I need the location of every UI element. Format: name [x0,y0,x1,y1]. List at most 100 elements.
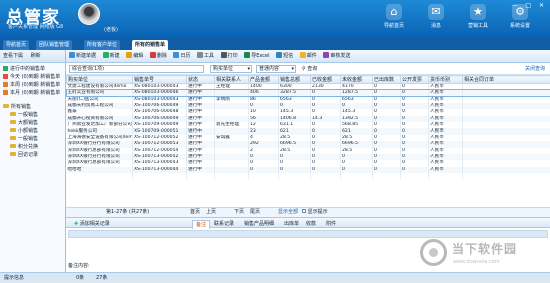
add-icon [102,52,109,58]
chevron-down-icon: ▾ [291,66,294,72]
customer-cell [66,173,133,180]
show-tip-checkbox[interactable]: 显示提示 [302,208,328,217]
prev-page-button[interactable]: 上页 [206,208,216,217]
view-subordinates-button[interactable]: 查看下属 [3,53,23,59]
search-input[interactable]: 综合查询(1项) [69,65,204,73]
nav-marketing-button[interactable]: ★ 营销工具 [462,4,494,29]
watermark-title: 当下软件园 [452,242,518,256]
calendar-button[interactable]: 日历 [173,50,190,62]
search-mode-select[interactable]: 普通内容 ▾ [256,65,296,73]
folder-icon [10,112,16,116]
nav-message-button[interactable]: ✉ 消息 [420,4,452,29]
new-order-button[interactable]: 新建单据 [69,50,96,62]
status-dot-icon [3,66,8,71]
table-cell [248,173,279,180]
add-related-record-button[interactable]: ✚ 添加相关记录 [74,220,110,228]
refresh-button[interactable]: 刷新 [31,53,41,59]
sms-button[interactable]: 短信 [276,50,293,62]
tree-item[interactable]: 一般销售 [3,111,63,119]
avatar[interactable] [78,3,100,25]
next-page-button[interactable]: 下页 [234,208,244,217]
sidebar-item-due-today[interactable]: 今天 (0)到期 新销售单 [3,73,63,81]
plus-icon [69,52,75,58]
column-header[interactable]: 已出库数 [372,75,401,84]
table-cell: XS-100713-000043 [132,160,187,167]
tab-delivery[interactable]: 出库单 [284,220,299,228]
status-bar: 提示信息 0条 27条 [0,272,550,283]
column-header[interactable]: 产品金额 [248,75,279,84]
column-header[interactable]: 已收金额 [310,75,341,84]
folder-icon [10,144,16,148]
column-header[interactable]: 货币币别 [428,75,463,84]
sidebar-item-due-week[interactable]: 本周 (0)到期 新销售单 [3,81,63,89]
tab-contact-record[interactable]: 联系记录 [214,220,234,228]
mail-icon: ✉ [428,4,444,20]
column-header[interactable]: 相关合同订单 [462,75,550,84]
tab-bar: 导航首页 团队销售管理 所有客户单位 所有的销售单 [0,38,550,50]
table-body: 文建工程建设有限公司demo XS-080103-000043 进行中 王经理 1400… [66,83,550,180]
close-query-link[interactable]: 关闭查询 [525,65,545,72]
check-icon [323,52,330,58]
tab-payment[interactable]: 收款 [306,220,316,228]
star-icon: ★ [470,4,486,20]
column-header[interactable]: 状态 [186,75,215,84]
nav-marketing-label: 营销工具 [467,23,488,29]
column-header[interactable]: 销售总额 [278,75,311,84]
export-excel-button[interactable]: 导Excel [244,50,270,62]
query-button[interactable]: ⚲ 查询 [302,65,317,73]
app-subtitle: 客户关系管理 网络版 G8 [8,24,64,30]
tab-all-customers[interactable]: 所有客户单位 [84,40,121,50]
column-header[interactable]: 未收金额 [340,75,373,84]
tab-team-sales[interactable]: 团队销售管理 [36,40,73,50]
delete-button[interactable]: 删除 [149,50,167,62]
table-cell [132,173,187,180]
tree-item[interactable]: 大额销售 [3,119,63,127]
status-dot-icon [3,74,8,79]
excel-icon [244,52,251,58]
first-page-button[interactable]: 首页 [190,208,200,217]
search-field-select[interactable]: 购买单位 ▾ [210,65,252,73]
user-name: (老板) [104,27,118,33]
column-header[interactable]: 公开发票 [400,75,429,84]
plus-icon: ✚ [74,221,79,227]
table-header-row: 购买单位 销售单号 状态 相关联系人 产品金额 销售总额 已收金额 未收金额 已出库数 公开发票货… [66,75,550,84]
edit-button[interactable]: 编辑 [126,50,143,62]
pencil-icon [126,52,133,58]
table-cell [278,173,311,180]
wrench-icon [197,52,204,58]
nav-home-button[interactable]: ⌂ 导航首页 [378,4,410,29]
email-button[interactable]: 邮件 [299,50,317,62]
phone-icon [276,52,283,58]
tree-root[interactable]: 所有销售 [3,103,63,111]
sidebar-item-in-progress[interactable]: 进行中的销售单 [3,65,63,73]
tree-item[interactable]: 小额销售 [3,127,63,135]
tools-button[interactable]: 工具 [197,50,214,62]
tab-product-detail[interactable]: 销售产品明细 [244,220,274,228]
folder-icon [3,104,9,108]
pager: 第1-27条 (共27条) 首页 上页 下页 尾页 显示全部 显示提示 [66,207,550,217]
new-button[interactable]: 新建 [102,50,120,62]
sidebar-item-due-month[interactable]: 本月 (0)到期 新销售单 [3,89,63,97]
column-header[interactable]: 购买单位 [66,75,133,84]
tree-item[interactable]: 回访记录 [3,151,63,159]
window-controls[interactable]: — □ ✕ [511,2,547,9]
tree-item[interactable]: 积分兑换 [3,143,63,151]
table-row[interactable] [66,173,550,180]
approve-send-button[interactable]: 审核发送 [323,50,350,62]
nav-settings-label: 系统设置 [509,23,530,29]
tab-home[interactable]: 导航首页 [3,40,30,50]
tab-attachment[interactable]: 附件 [326,220,336,228]
app-header: 总管家 客户关系管理 网络版 G8 (老板) ⌂ 导航首页 ✉ 消息 ★ 营销工… [0,0,550,38]
tab-remark[interactable]: 备注 [192,220,211,229]
column-header[interactable]: 相关联系人 [214,75,249,84]
watermark-url: www.downxia.com [453,259,500,265]
table-cell: XS-100712-000054 [132,147,187,154]
folder-icon [10,128,16,132]
column-header[interactable]: 销售单号 [132,75,187,84]
last-page-button[interactable]: 尾页 [250,208,260,217]
tree-item[interactable]: 一般销售 [3,135,63,143]
watermark: 当下软件园 www.downxia.com [420,238,550,272]
print-button[interactable]: 打印 [220,50,238,62]
show-all-button[interactable]: 显示全部 [278,208,298,217]
tab-all-sales-orders[interactable]: 所有的销售单 [132,40,169,50]
